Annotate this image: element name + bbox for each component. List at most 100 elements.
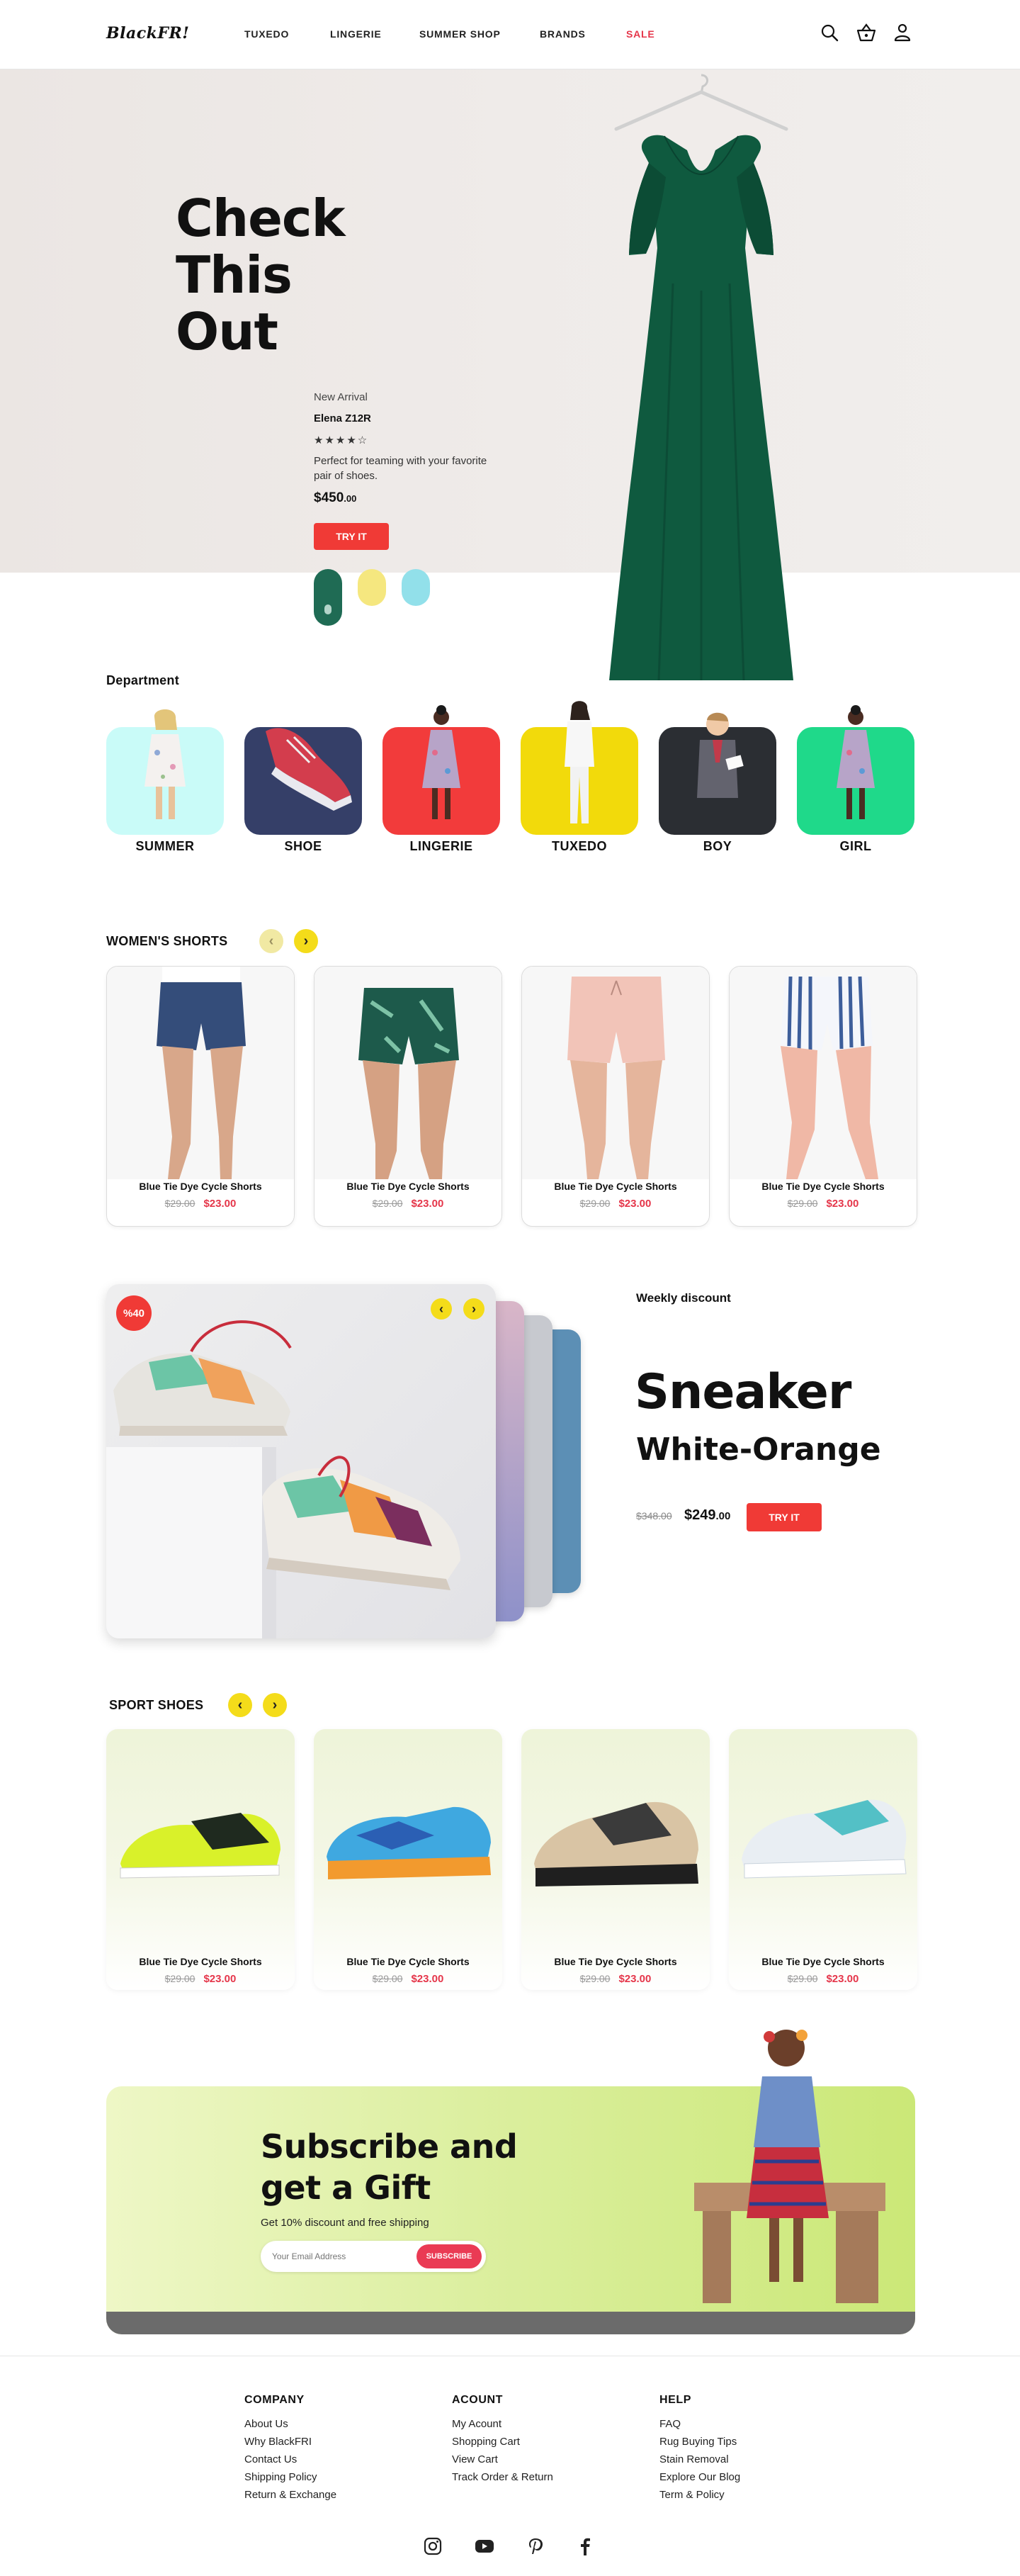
price-row: $29.00 $23.00 bbox=[106, 1973, 295, 1986]
product-title[interactable]: Blue Tie Dye Cycle Shorts bbox=[729, 1956, 917, 1967]
product-title[interactable]: Blue Tie Dye Cycle Shorts bbox=[522, 1181, 709, 1192]
dept-shoe-card[interactable] bbox=[244, 727, 362, 835]
dept-label-tuxedo[interactable]: TUXEDO bbox=[521, 839, 638, 854]
subscribe-title-line: Subscribe and bbox=[261, 2127, 518, 2166]
hero-title-line: Check bbox=[176, 189, 345, 248]
color-swatch-yellow[interactable] bbox=[358, 569, 386, 606]
model-figure-icon bbox=[144, 709, 186, 819]
footer-link[interactable]: Stain Removal bbox=[659, 2451, 740, 2468]
footer-link[interactable]: Shopping Cart bbox=[452, 2433, 553, 2451]
sale-price: $23.00 bbox=[411, 1198, 444, 1210]
sneaker-feature-image[interactable]: %40 ‹ › bbox=[106, 1284, 496, 1638]
product-card[interactable]: Blue Tie Dye Cycle Shorts $29.00 $23.00 bbox=[314, 966, 502, 1227]
basket-icon[interactable] bbox=[856, 23, 876, 43]
nav-summer-shop[interactable]: SUMMER SHOP bbox=[419, 28, 501, 40]
footer-column-help: HELP FAQ Rug Buying Tips Stain Removal E… bbox=[659, 2394, 740, 2504]
product-card[interactable]: Blue Tie Dye Cycle Shorts $29.00 $23.00 bbox=[729, 966, 917, 1227]
old-price: $29.00 bbox=[164, 1198, 196, 1209]
footer-link[interactable]: Rug Buying Tips bbox=[659, 2433, 740, 2451]
product-title[interactable]: Blue Tie Dye Cycle Shorts bbox=[521, 1956, 710, 1967]
model-figure-icon bbox=[565, 701, 594, 823]
product-title[interactable]: Blue Tie Dye Cycle Shorts bbox=[314, 1181, 502, 1192]
nav-sale[interactable]: SALE bbox=[626, 28, 655, 40]
product-card[interactable]: Blue Tie Dye Cycle Shorts $29.00 $23.00 bbox=[729, 1729, 917, 1990]
next-arrow-button[interactable]: › bbox=[294, 929, 318, 953]
sneaker-image bbox=[534, 1801, 698, 1886]
footer-heading: ACOUNT bbox=[452, 2394, 504, 2406]
product-card[interactable]: Blue Tie Dye Cycle Shorts $29.00 $23.00 bbox=[521, 966, 710, 1227]
product-title[interactable]: Blue Tie Dye Cycle Shorts bbox=[106, 1956, 295, 1967]
dept-lingerie-card[interactable] bbox=[382, 705, 500, 835]
weekly-old-price: $348.00 bbox=[636, 1510, 672, 1522]
footer-link[interactable]: My Acount bbox=[452, 2415, 553, 2433]
facebook-icon[interactable] bbox=[579, 2537, 591, 2555]
user-icon[interactable] bbox=[893, 23, 913, 43]
weekly-discount-label: Weekly discount bbox=[636, 1291, 731, 1305]
brand-logo[interactable]: BlackFR! bbox=[106, 24, 189, 43]
footer-link[interactable]: Shipping Policy bbox=[244, 2468, 336, 2486]
model-figure-icon bbox=[837, 705, 875, 819]
pinterest-icon[interactable] bbox=[527, 2537, 544, 2555]
footer-link[interactable]: Term & Policy bbox=[659, 2486, 740, 2504]
footer-link[interactable]: Return & Exchange bbox=[244, 2486, 336, 2504]
dept-label-girl[interactable]: GIRL bbox=[797, 839, 914, 854]
nav-tuxedo[interactable]: TUXEDO bbox=[244, 28, 289, 40]
next-arrow-button[interactable]: › bbox=[263, 1693, 287, 1717]
footer-link[interactable]: Contact Us bbox=[244, 2451, 336, 2468]
next-arrow-button[interactable]: › bbox=[463, 1298, 484, 1320]
dept-label-summer[interactable]: SUMMER bbox=[106, 839, 224, 854]
product-card[interactable]: Blue Tie Dye Cycle Shorts $29.00 $23.00 bbox=[314, 1729, 502, 1990]
footer-link[interactable]: FAQ bbox=[659, 2415, 740, 2433]
footer-heading: COMPANY bbox=[244, 2394, 305, 2406]
dept-girl-card[interactable] bbox=[797, 705, 914, 835]
subscribe-button[interactable]: SUBSCRIBE bbox=[416, 2244, 482, 2268]
product-card[interactable]: Blue Tie Dye Cycle Shorts $29.00 $23.00 bbox=[521, 1729, 710, 1990]
product-card[interactable]: Blue Tie Dye Cycle Shorts $29.00 $23.00 bbox=[106, 1729, 295, 1990]
dept-label-lingerie[interactable]: LINGERIE bbox=[382, 839, 500, 854]
girl-on-bench-image bbox=[694, 2030, 885, 2303]
chevron-right-icon: › bbox=[472, 1301, 476, 1316]
prev-arrow-button[interactable]: ‹ bbox=[259, 929, 283, 953]
shorts-image bbox=[107, 967, 294, 1179]
old-price: $29.00 bbox=[372, 1973, 403, 1984]
price-row: $29.00 $23.00 bbox=[314, 1973, 502, 1986]
product-title[interactable]: Blue Tie Dye Cycle Shorts bbox=[107, 1181, 294, 1192]
footer-link[interactable]: Track Order & Return bbox=[452, 2468, 553, 2486]
nav-lingerie[interactable]: LINGERIE bbox=[330, 28, 382, 40]
dept-tuxedo-card[interactable] bbox=[521, 701, 638, 835]
hero-price-cents: .00 bbox=[344, 493, 357, 504]
price-row: $29.00 $23.00 bbox=[729, 1973, 917, 1986]
footer-link[interactable]: Explore Our Blog bbox=[659, 2468, 740, 2486]
color-swatch-cyan[interactable] bbox=[402, 569, 430, 606]
rating-stars: ★★★★☆ bbox=[314, 434, 369, 446]
color-swatch-green[interactable] bbox=[314, 569, 342, 626]
weekly-try-button[interactable]: TRY IT bbox=[747, 1503, 822, 1531]
nav-brands[interactable]: BRANDS bbox=[540, 28, 586, 40]
youtube-icon[interactable] bbox=[475, 2538, 494, 2554]
dept-label-shoe[interactable]: SHOE bbox=[244, 839, 362, 854]
footer-column-company: COMPANY About Us Why BlackFRI Contact Us… bbox=[244, 2394, 336, 2504]
discount-badge: %40 bbox=[116, 1295, 152, 1331]
hero-price: $450.00 bbox=[314, 490, 356, 506]
subscribe-title: Subscribe and get a Gift bbox=[261, 2126, 518, 2208]
price-row: $29.00 $23.00 bbox=[107, 1198, 294, 1210]
footer-link[interactable]: About Us bbox=[244, 2415, 336, 2433]
dept-boy-card[interactable] bbox=[659, 712, 776, 835]
product-title[interactable]: Blue Tie Dye Cycle Shorts bbox=[730, 1181, 917, 1192]
prev-arrow-button[interactable]: ‹ bbox=[431, 1298, 452, 1320]
model-figure-icon bbox=[422, 705, 460, 819]
footer-column-acount: ACOUNT My Acount Shopping Cart View Cart… bbox=[452, 2394, 553, 2486]
hero-try-button[interactable]: TRY IT bbox=[314, 523, 389, 550]
footer-link[interactable]: View Cart bbox=[452, 2451, 553, 2468]
dept-summer-card[interactable] bbox=[106, 709, 224, 835]
dept-label-boy[interactable]: BOY bbox=[659, 839, 776, 854]
email-input[interactable] bbox=[272, 2249, 407, 2264]
product-title[interactable]: Blue Tie Dye Cycle Shorts bbox=[314, 1956, 502, 1967]
footer-link[interactable]: Why BlackFRI bbox=[244, 2433, 336, 2451]
instagram-icon[interactable] bbox=[424, 2537, 442, 2555]
product-card[interactable]: Blue Tie Dye Cycle Shorts $29.00 $23.00 bbox=[106, 966, 295, 1227]
search-icon[interactable] bbox=[820, 23, 839, 43]
chevron-left-icon: ‹ bbox=[439, 1301, 443, 1316]
old-price: $29.00 bbox=[579, 1973, 611, 1984]
prev-arrow-button[interactable]: ‹ bbox=[228, 1693, 252, 1717]
